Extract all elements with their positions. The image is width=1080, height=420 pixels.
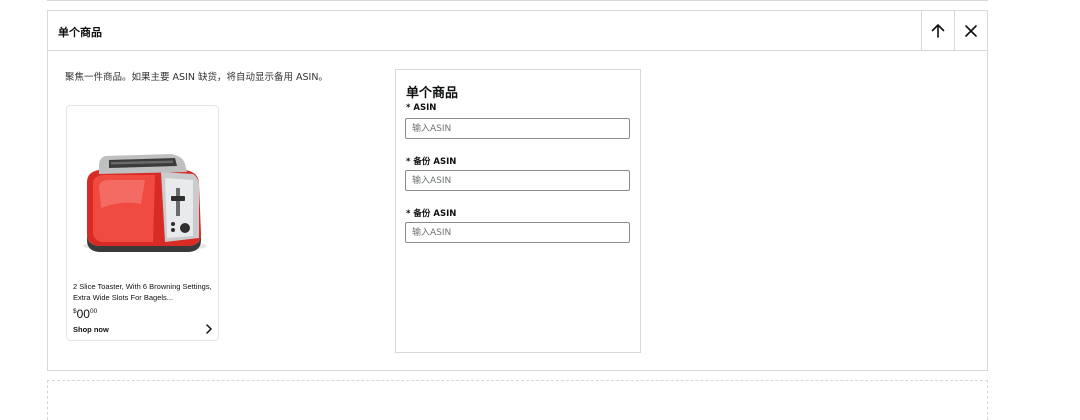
backup-asin-1-label: * 备份 ASIN bbox=[406, 157, 457, 167]
product-image bbox=[83, 154, 207, 252]
asin-form-panel: 单个商品 * ASIN * 备份 ASIN * 备份 ASIN bbox=[395, 69, 641, 353]
close-button[interactable] bbox=[954, 11, 987, 51]
arrow-up-icon bbox=[931, 24, 945, 38]
close-icon bbox=[965, 25, 977, 37]
module-title: 单个商品 bbox=[58, 26, 102, 39]
price-symbol: $ bbox=[73, 308, 77, 315]
backup-asin-2-input[interactable] bbox=[405, 222, 630, 243]
asin-label: * ASIN bbox=[406, 103, 437, 113]
module-description: 聚焦一件商品。如果主要 ASIN 缺货，将自动显示备用 ASIN。 bbox=[65, 72, 328, 83]
next-module-placeholder bbox=[47, 380, 988, 420]
product-title: 2 Slice Toaster, With 6 Browning Setting… bbox=[73, 282, 212, 302]
move-up-button[interactable] bbox=[921, 11, 954, 51]
previous-module-edge bbox=[47, 0, 988, 1]
backup-asin-2-label: * 备份 ASIN bbox=[406, 209, 457, 219]
backup-asin-1-input[interactable] bbox=[405, 170, 630, 191]
asin-input[interactable] bbox=[405, 118, 630, 139]
product-price: $0000 bbox=[73, 307, 97, 321]
form-title: 单个商品 bbox=[406, 86, 459, 101]
product-preview-card[interactable]: 2 Slice Toaster, With 6 Browning Setting… bbox=[66, 105, 219, 341]
price-whole: 00 bbox=[76, 307, 90, 321]
price-fraction: 00 bbox=[89, 308, 98, 315]
single-product-module: 单个商品 聚焦一件商品。如果主要 ASIN 缺货，将自动显示备用 ASIN。 2… bbox=[47, 10, 988, 371]
shop-now-link[interactable]: Shop now bbox=[73, 325, 109, 334]
module-header: 单个商品 bbox=[48, 11, 987, 51]
chevron-right-icon bbox=[206, 324, 212, 334]
